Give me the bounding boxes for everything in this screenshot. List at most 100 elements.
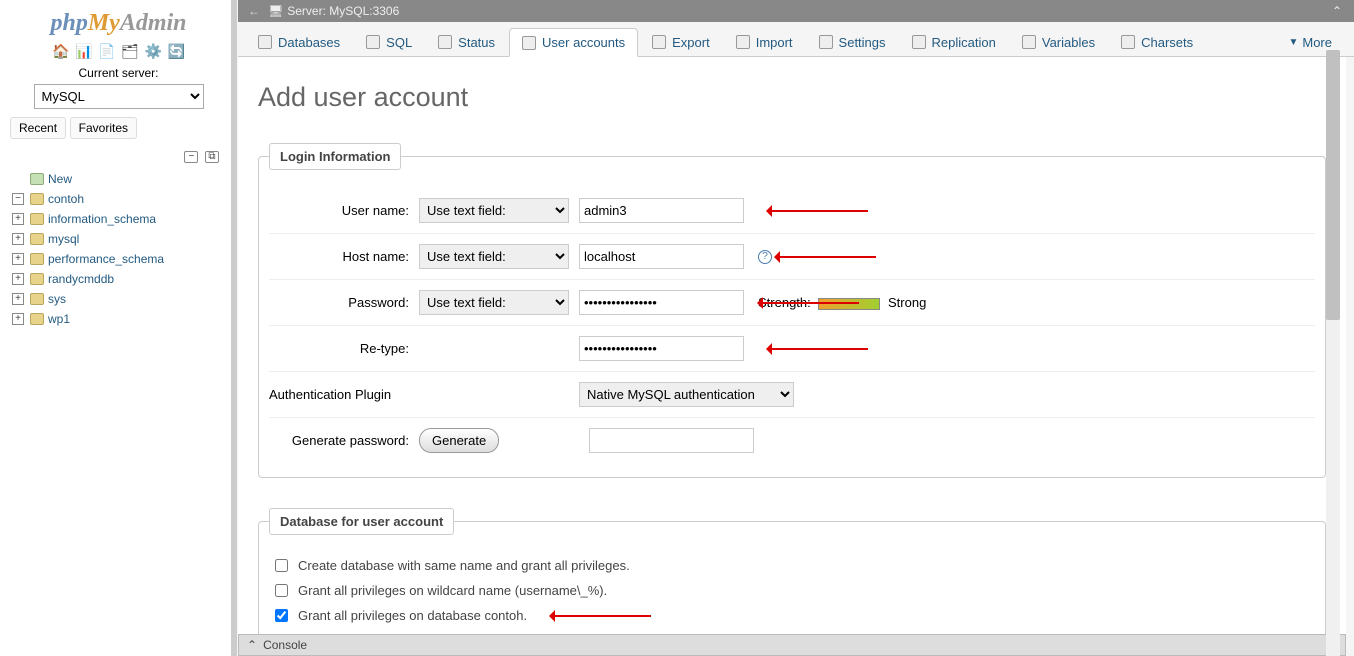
logo[interactable]: phpMyAdmin (0, 4, 237, 39)
expand-icon[interactable]: + (12, 253, 24, 265)
console-bar[interactable]: ⌃ Console (238, 634, 1346, 656)
gear-icon[interactable]: ⚙️ (145, 43, 162, 60)
hostname-label: Host name: (269, 249, 409, 264)
dbacct-option[interactable]: Grant all privileges on database contoh. (269, 603, 1315, 628)
tab-charsets[interactable]: Charsets (1109, 28, 1205, 56)
database-icon (30, 193, 44, 205)
favorites-button[interactable]: Favorites (70, 117, 137, 139)
expand-icon[interactable]: + (12, 273, 24, 285)
tree-node-contoh[interactable]: − contoh (12, 189, 232, 209)
dbacct-option-label: Grant all privileges on database contoh. (298, 608, 527, 623)
db-tree: New − contoh + information_schema + mysql + perf… (0, 169, 237, 329)
sidebar: phpMyAdmin 🏠 📊 📄 🗂 ⚙️ 🔄 Current server: … (0, 0, 238, 656)
dbacct-option[interactable]: Create database with same name and grant… (269, 553, 1315, 578)
database-icon (30, 233, 44, 245)
hostname-input[interactable] (579, 244, 744, 269)
annotation-arrow (758, 204, 873, 218)
tab-sql[interactable]: SQL (354, 28, 424, 56)
annotation-arrow (766, 250, 881, 264)
reload-icon[interactable]: 🔄 (168, 43, 185, 60)
tree-node-randycmddb[interactable]: + randycmddb (12, 269, 232, 289)
tab-icon (912, 35, 926, 49)
tree-node-sys[interactable]: + sys (12, 289, 232, 309)
username-input[interactable] (579, 198, 744, 223)
tab-variables[interactable]: Variables (1010, 28, 1107, 56)
server-select[interactable]: MySQL (34, 84, 204, 109)
password-input[interactable] (579, 290, 744, 315)
expand-icon[interactable]: + (12, 233, 24, 245)
dbacct-checkbox[interactable] (275, 584, 288, 597)
hostname-mode-select[interactable]: Use text field: (419, 244, 569, 269)
tab-label: Variables (1042, 35, 1095, 50)
generate-button[interactable]: Generate (419, 428, 499, 453)
username-mode-select[interactable]: Use text field: (419, 198, 569, 223)
tree-node-wp1[interactable]: + wp1 (12, 309, 232, 329)
tree-link-icon[interactable]: ⧉ (205, 151, 219, 163)
tab-label: Replication (932, 35, 996, 50)
password-label: Password: (269, 295, 409, 310)
login-legend: Login Information (269, 143, 401, 170)
scrollbar-track[interactable] (1326, 50, 1340, 656)
tree-node-label[interactable]: mysql (48, 229, 79, 249)
database-icon (30, 293, 44, 305)
tab-user-accounts[interactable]: User accounts (509, 28, 638, 57)
tree-node-mysql[interactable]: + mysql (12, 229, 232, 249)
tree-node-label[interactable]: wp1 (48, 309, 70, 329)
annotation-arrow (758, 342, 873, 356)
database-for-user-fieldset: Database for user account Create databas… (258, 508, 1326, 634)
dbacct-checkbox[interactable] (275, 609, 288, 622)
nav-icon[interactable]: 🗂 (121, 43, 139, 60)
console-expand-icon[interactable]: ⌃ (247, 638, 257, 652)
logo-icon-row: 🏠 📊 📄 🗂 ⚙️ 🔄 (0, 39, 237, 62)
sidebar-resize-handle[interactable] (231, 0, 237, 656)
nav-left-icon[interactable]: ← (248, 4, 260, 18)
tab-icon (1022, 35, 1036, 49)
logout-icon[interactable]: 📊 (75, 43, 92, 60)
login-information-fieldset: Login Information User name: Use text fi… (258, 143, 1326, 478)
tree-node-information_schema[interactable]: + information_schema (12, 209, 232, 229)
expand-icon[interactable]: − (12, 193, 24, 205)
server-label: Server: MySQL:3306 (287, 4, 399, 18)
tree-node-label[interactable]: performance_schema (48, 249, 164, 269)
expand-icon[interactable]: + (12, 213, 24, 225)
collapse-topbar-icon[interactable]: ⌃ (1332, 4, 1342, 18)
recent-button[interactable]: Recent (10, 117, 66, 139)
expand-icon[interactable]: + (12, 293, 24, 305)
auth-plugin-label: Authentication Plugin (269, 387, 569, 402)
retype-input[interactable] (579, 336, 744, 361)
tab-databases[interactable]: Databases (246, 28, 352, 56)
dbacct-checkbox[interactable] (275, 559, 288, 572)
tree-node-new[interactable]: New (12, 169, 232, 189)
dbacct-option-label: Grant all privileges on wildcard name (u… (298, 583, 607, 598)
tab-import[interactable]: Import (724, 28, 805, 56)
dbacct-option-label: Create database with same name and grant… (298, 558, 630, 573)
tab-export[interactable]: Export (640, 28, 722, 56)
tree-node-performance_schema[interactable]: + performance_schema (12, 249, 232, 269)
tab-icon (258, 35, 272, 49)
tab-icon (819, 35, 833, 49)
auth-plugin-select[interactable]: Native MySQL authentication (579, 382, 794, 407)
tree-node-label[interactable]: randycmddb (48, 269, 114, 289)
generate-password-label: Generate password: (269, 433, 409, 448)
tab-label: Status (458, 35, 495, 50)
home-icon[interactable]: 🏠 (52, 43, 69, 60)
tab-settings[interactable]: Settings (807, 28, 898, 56)
scrollbar-thumb[interactable] (1326, 50, 1340, 320)
tab-icon (438, 35, 452, 49)
database-icon (30, 173, 44, 185)
tree-node-label[interactable]: New (48, 169, 72, 189)
tree-collapse-icon[interactable]: − (184, 151, 198, 163)
tab-label: Import (756, 35, 793, 50)
docs-icon[interactable]: 📄 (98, 43, 115, 60)
tree-node-label[interactable]: contoh (48, 189, 84, 209)
tab-label: More (1302, 35, 1332, 50)
tree-node-label[interactable]: information_schema (48, 209, 156, 229)
generated-password-input[interactable] (589, 428, 754, 453)
tab-status[interactable]: Status (426, 28, 507, 56)
tree-node-label[interactable]: sys (48, 289, 66, 309)
tab-replication[interactable]: Replication (900, 28, 1008, 56)
dbacct-option[interactable]: Grant all privileges on wildcard name (u… (269, 578, 1315, 603)
expand-icon[interactable]: + (12, 313, 24, 325)
annotation-arrow (541, 609, 656, 623)
password-mode-select[interactable]: Use text field: (419, 290, 569, 315)
